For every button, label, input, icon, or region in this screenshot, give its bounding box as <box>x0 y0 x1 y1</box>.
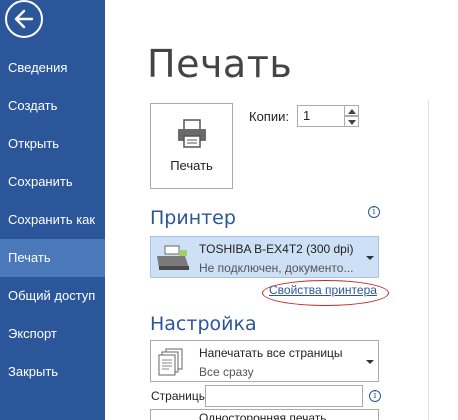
print-range-dropdown[interactable]: Напечатать все страницы Все сразу <box>150 340 379 382</box>
print-range-sub: Все сразу <box>199 365 254 379</box>
printer-heading: Принтер <box>150 207 236 229</box>
printer-properties-link[interactable]: Свойства принтера <box>269 283 377 297</box>
nav-item-close[interactable]: Закрыть <box>0 353 105 391</box>
print-button-label: Печать <box>170 158 213 173</box>
printer-status: Не подключен, документо... <box>199 261 354 275</box>
copies-increment-button[interactable] <box>345 105 359 116</box>
copies-decrement-button[interactable] <box>345 116 359 127</box>
sides-setting-name: Односторонняя печать <box>199 411 327 420</box>
nav-item-export[interactable]: Экспорт <box>0 315 105 353</box>
print-button[interactable]: Печать <box>150 103 233 189</box>
copies-field[interactable]: 1 <box>297 105 345 127</box>
nav-item-share[interactable]: Общий доступ <box>0 277 105 315</box>
settings-heading: Настройка <box>150 313 257 335</box>
info-icon[interactable]: i <box>369 390 381 402</box>
printer-icon <box>178 119 206 148</box>
nav-item-save-as[interactable]: Сохранить как <box>0 201 105 239</box>
nav-item-info[interactable]: Сведения <box>0 49 105 87</box>
sides-dropdown[interactable]: Односторонняя печать <box>150 409 379 420</box>
dropdown-arrow-icon <box>366 360 374 364</box>
printer-icon <box>157 245 189 270</box>
chevron-down-icon <box>348 120 356 125</box>
back-button[interactable] <box>5 0 43 38</box>
nav-item-save[interactable]: Сохранить <box>0 163 105 201</box>
pages-field[interactable] <box>205 385 363 407</box>
dropdown-arrow-icon <box>366 256 374 260</box>
info-icon[interactable]: i <box>368 206 380 218</box>
printer-dropdown[interactable]: TOSHIBA B-EX4T2 (300 dpi) Не подключен, … <box>150 236 379 278</box>
nav-item-new[interactable]: Создать <box>0 87 105 125</box>
vertical-divider <box>428 100 429 420</box>
pages-icon <box>158 348 183 376</box>
pages-label: Страницы: <box>151 389 211 403</box>
printer-name: TOSHIBA B-EX4T2 (300 dpi) <box>199 242 354 256</box>
nav-item-print[interactable]: Печать <box>0 239 105 277</box>
print-range-name: Напечатать все страницы <box>199 346 343 360</box>
page-title: Печать <box>147 42 293 86</box>
chevron-up-icon <box>348 109 356 114</box>
copies-label: Копии: <box>249 109 289 124</box>
nav-item-open[interactable]: Открыть <box>0 125 105 163</box>
arrow-left-icon <box>14 9 34 29</box>
backstage-sidebar: Сведения Создать Открыть Сохранить Сохра… <box>0 0 105 420</box>
